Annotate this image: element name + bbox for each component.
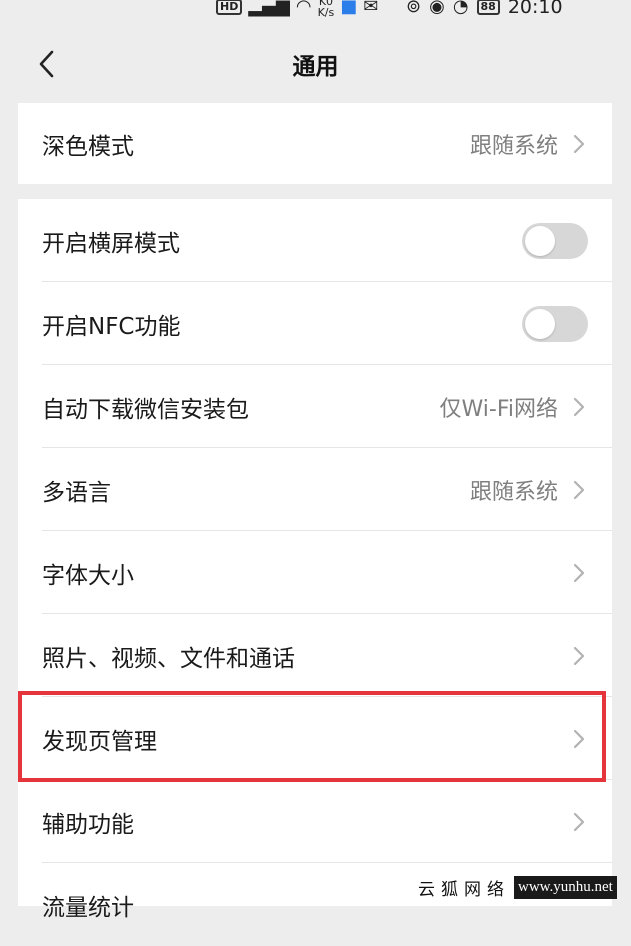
status-right: ⊚ ◉ ◔ 88 20:10: [406, 0, 563, 18]
accessibility-row[interactable]: 辅助功能: [18, 780, 612, 863]
watermark-url: www.yunhu.net: [514, 875, 617, 899]
status-left: HD ▂▄▆ ◠ K0 K/s ■ ✉: [216, 0, 378, 18]
settings-group-general: 开启横屏模式 开启NFC功能 自动下载微信安装包 仅Wi-Fi网络 多语言 跟随…: [18, 199, 612, 921]
wifi-icon: ◠: [295, 0, 312, 17]
vibrate-icon: ⊚: [406, 0, 422, 17]
toggle-knob: [525, 308, 555, 339]
dark-mode-label: 深色模式: [42, 133, 134, 160]
settings-group-display: 深色模式 跟随系统: [18, 103, 612, 184]
nav-bar: 通用: [0, 22, 631, 102]
auto-download-label: 自动下载微信安装包: [42, 396, 249, 423]
media-calls-label: 照片、视频、文件和通话: [42, 645, 295, 672]
alarm-icon: ◔: [452, 0, 469, 17]
toggle-knob: [525, 225, 555, 256]
accessibility-label: 辅助功能: [42, 811, 134, 838]
auto-download-row[interactable]: 自动下载微信安装包 仅Wi-Fi网络: [18, 365, 612, 448]
notification-icon: ✉: [363, 0, 379, 17]
font-size-label: 字体大小: [42, 562, 134, 589]
language-row[interactable]: 多语言 跟随系统: [18, 448, 612, 531]
language-value: 跟随系统: [469, 479, 558, 505]
chevron-right-icon: [573, 812, 585, 831]
auto-download-value: 仅Wi-Fi网络: [439, 396, 559, 422]
landscape-mode-row: 开启横屏模式: [18, 199, 612, 282]
net-speed-unit: K/s: [317, 6, 335, 19]
nfc-toggle[interactable]: [522, 305, 588, 342]
page-title: 通用: [292, 54, 339, 80]
net-speed: K0 K/s: [318, 0, 335, 18]
chevron-right-icon: [573, 563, 585, 582]
chevron-right-icon: [573, 134, 585, 153]
cloud-app-icon: ■: [340, 0, 358, 17]
discover-management-row[interactable]: 发现页管理: [18, 697, 612, 780]
landscape-mode-toggle[interactable]: [522, 222, 588, 259]
chevron-right-icon: [573, 480, 585, 499]
hd-badge: HD: [216, 0, 243, 15]
nfc-row: 开启NFC功能: [18, 282, 612, 365]
language-label: 多语言: [42, 479, 111, 506]
eye-icon: ◉: [429, 0, 445, 17]
battery-icon: 88: [476, 0, 500, 15]
data-usage-label: 流量统计: [42, 894, 134, 921]
chevron-right-icon: [573, 646, 585, 665]
watermark: 云狐网络 www.yunhu.net: [418, 872, 617, 902]
discover-management-label: 发现页管理: [42, 728, 157, 755]
dark-mode-value: 跟随系统: [469, 133, 558, 159]
chevron-right-icon: [573, 397, 585, 416]
clock: 20:10: [507, 0, 563, 18]
nfc-label: 开启NFC功能: [42, 313, 181, 340]
font-size-row[interactable]: 字体大小: [18, 531, 612, 614]
media-calls-row[interactable]: 照片、视频、文件和通话: [18, 614, 612, 697]
status-bar: HD ▂▄▆ ◠ K0 K/s ■ ✉ ⊚ ◉ ◔ 88 20:10: [0, 0, 631, 22]
dark-mode-row[interactable]: 深色模式 跟随系统: [18, 103, 612, 184]
chevron-right-icon: [573, 729, 585, 748]
landscape-mode-label: 开启横屏模式: [42, 230, 180, 257]
watermark-text: 云狐网络: [418, 879, 510, 900]
signal-icon: ▂▄▆: [248, 0, 290, 17]
